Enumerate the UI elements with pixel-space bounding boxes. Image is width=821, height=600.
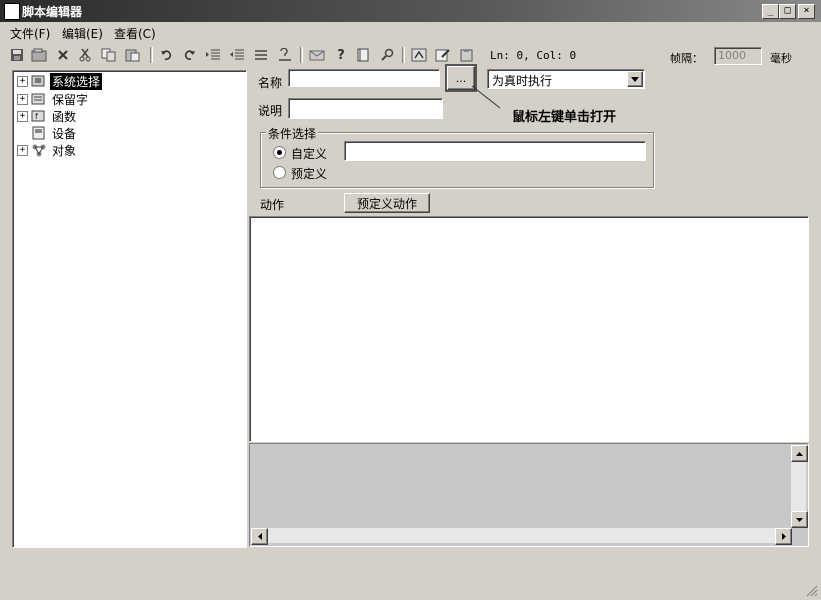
radio-custom[interactable] bbox=[273, 146, 286, 159]
device-icon bbox=[32, 126, 45, 140]
redo-icon[interactable] bbox=[180, 46, 198, 64]
copy-icon[interactable] bbox=[100, 46, 118, 64]
execution-mode-select[interactable]: 为真时执行 bbox=[487, 69, 645, 89]
description-label: 说明 bbox=[258, 104, 283, 118]
uncomment-icon[interactable] bbox=[276, 46, 294, 64]
tree-label: 设备 bbox=[52, 126, 77, 141]
toolbar-separator bbox=[300, 47, 303, 63]
clipboard-icon[interactable] bbox=[458, 46, 476, 64]
action-editor[interactable] bbox=[249, 216, 809, 442]
radio-preset-label: 预定义 bbox=[291, 167, 328, 181]
paste-icon[interactable] bbox=[124, 46, 142, 64]
name-label: 名称 bbox=[258, 76, 283, 90]
save-icon[interactable] bbox=[8, 46, 26, 64]
tree-item-system[interactable]: + 系统选择 bbox=[17, 72, 103, 90]
expand-icon[interactable]: + bbox=[17, 93, 28, 105]
interval-value: 1000 bbox=[718, 49, 746, 62]
tree-label: 函数 bbox=[52, 109, 77, 124]
object-icon bbox=[32, 144, 46, 157]
radio-custom-label: 自定义 bbox=[291, 147, 328, 161]
undo-icon[interactable] bbox=[158, 46, 176, 64]
book-icon[interactable] bbox=[354, 46, 372, 64]
hint-text: 鼠标左键单击打开 bbox=[512, 110, 617, 125]
tree-connector bbox=[17, 127, 28, 139]
compile-icon[interactable] bbox=[410, 46, 428, 64]
preset-action-button-label: 预定义动作 bbox=[356, 196, 417, 211]
cut-icon[interactable] bbox=[76, 46, 94, 64]
edit-icon[interactable] bbox=[434, 46, 452, 64]
tree-item-objects[interactable]: + 对象 bbox=[17, 142, 78, 158]
vertical-scrollbar[interactable] bbox=[791, 445, 808, 528]
toolbar-separator bbox=[402, 47, 405, 63]
outdent-icon[interactable] bbox=[228, 46, 246, 64]
dropdown-arrow-icon[interactable] bbox=[627, 71, 643, 87]
resize-grip-icon[interactable] bbox=[804, 583, 818, 597]
app-icon bbox=[4, 3, 20, 20]
browse-button-label: ... bbox=[455, 71, 467, 85]
message-icon[interactable] bbox=[308, 46, 326, 64]
window-title: 脚本编辑器 bbox=[22, 5, 83, 19]
condition-input[interactable] bbox=[344, 141, 646, 161]
menu-bar: 文件(F) 编辑(E) 查看(C) bbox=[0, 23, 821, 41]
new-icon[interactable] bbox=[30, 46, 48, 64]
condition-group-title: 条件选择 bbox=[266, 125, 319, 142]
help-icon[interactable]: ? bbox=[332, 46, 350, 64]
scroll-up-icon[interactable] bbox=[791, 445, 808, 462]
scroll-left-icon[interactable] bbox=[251, 528, 268, 545]
interval-field[interactable]: 1000 bbox=[714, 47, 762, 65]
expand-icon[interactable]: + bbox=[17, 144, 28, 156]
cursor-position: Ln: 0, Col: 0 bbox=[490, 49, 577, 62]
description-input[interactable] bbox=[288, 98, 443, 119]
close-button[interactable]: × bbox=[798, 4, 815, 19]
toolbar: ? Ln: 0, Col: 0 帧隔： 1000 毫秒 bbox=[0, 44, 821, 68]
script-tree[interactable]: + 系统选择 + 保留字 + f 函数 设备 + 对象 bbox=[12, 70, 247, 548]
delete-icon[interactable] bbox=[54, 46, 72, 64]
tree-item-devices[interactable]: 设备 bbox=[17, 125, 78, 141]
indent-icon[interactable] bbox=[204, 46, 222, 64]
menu-view[interactable]: 查看(C) bbox=[114, 25, 156, 42]
title-bar: 脚本编辑器 _ □ × bbox=[0, 0, 821, 22]
svg-text:f: f bbox=[35, 112, 38, 121]
keyword-icon bbox=[31, 93, 45, 105]
scroll-down-icon[interactable] bbox=[791, 511, 808, 528]
tree-label: 对象 bbox=[52, 143, 77, 158]
system-icon bbox=[31, 75, 45, 87]
radio-preset[interactable] bbox=[273, 166, 286, 179]
find-icon[interactable] bbox=[378, 46, 396, 64]
output-pane[interactable] bbox=[249, 443, 809, 547]
interval-unit: 毫秒 bbox=[770, 52, 792, 65]
tree-item-keywords[interactable]: + 保留字 bbox=[17, 91, 90, 107]
menu-file[interactable]: 文件(F) bbox=[10, 25, 50, 42]
function-icon: f bbox=[31, 110, 45, 122]
tree-label: 系统选择 bbox=[50, 72, 103, 90]
maximize-button[interactable]: □ bbox=[779, 4, 796, 19]
expand-icon[interactable]: + bbox=[17, 110, 28, 122]
tree-item-functions[interactable]: + f 函数 bbox=[17, 108, 78, 124]
interval-label: 帧隔： bbox=[670, 52, 703, 65]
callout-line bbox=[471, 85, 501, 109]
toolbar-separator bbox=[150, 47, 153, 63]
tree-label: 保留字 bbox=[52, 92, 89, 107]
comment-icon[interactable] bbox=[252, 46, 270, 64]
name-input[interactable] bbox=[288, 69, 440, 87]
horizontal-scrollbar[interactable] bbox=[251, 528, 792, 545]
preset-action-button[interactable]: 预定义动作 bbox=[344, 193, 430, 213]
minimize-button[interactable]: _ bbox=[762, 4, 779, 19]
menu-edit[interactable]: 编辑(E) bbox=[62, 25, 103, 42]
scroll-right-icon[interactable] bbox=[775, 528, 792, 545]
expand-icon[interactable]: + bbox=[17, 75, 28, 87]
action-label: 动作 bbox=[260, 198, 285, 212]
